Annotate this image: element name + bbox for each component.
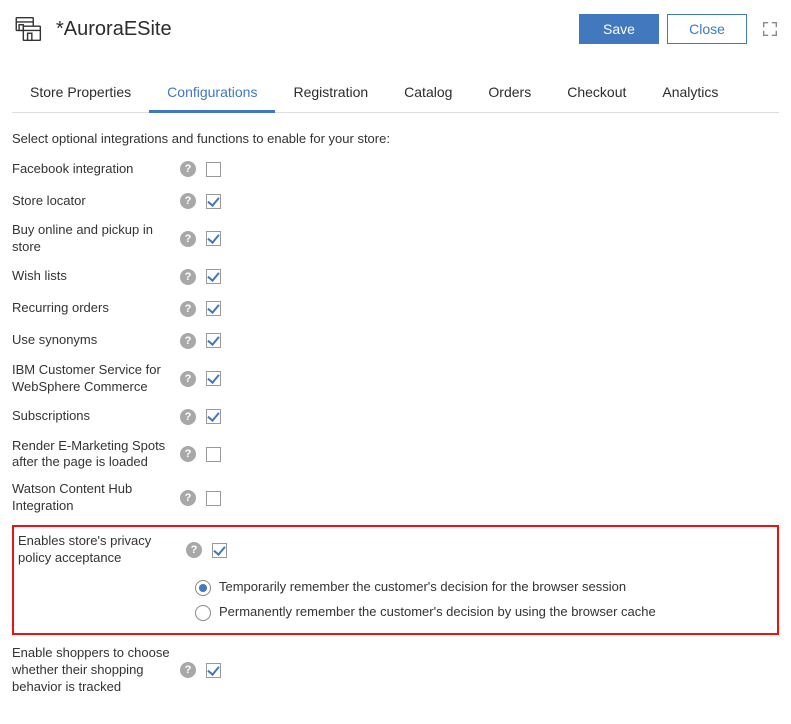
help-icon[interactable]: ?	[180, 490, 196, 506]
help-icon[interactable]: ?	[180, 409, 196, 425]
tab-configurations[interactable]: Configurations	[149, 74, 275, 113]
help-icon[interactable]: ?	[180, 371, 196, 387]
option-checkbox[interactable]	[206, 269, 221, 284]
expand-icon[interactable]	[761, 20, 779, 38]
option-checkbox[interactable]	[206, 333, 221, 348]
help-icon[interactable]: ?	[180, 662, 196, 678]
option-checkbox[interactable]	[206, 447, 221, 462]
option-checkbox[interactable]	[206, 194, 221, 209]
tab-registration[interactable]: Registration	[275, 74, 386, 112]
option-label: IBM Customer Service for WebSphere Comme…	[12, 362, 180, 396]
privacy-radio[interactable]	[195, 605, 211, 621]
option-label: Recurring orders	[12, 300, 180, 317]
help-icon[interactable]: ?	[180, 446, 196, 462]
help-icon[interactable]: ?	[180, 333, 196, 349]
tab-checkout[interactable]: Checkout	[549, 74, 644, 112]
option-label: Render E-Marketing Spots after the page …	[12, 438, 180, 472]
privacy-highlight-box: Enables store's privacy policy acceptanc…	[12, 525, 779, 635]
option-checkbox[interactable]	[206, 409, 221, 424]
help-icon[interactable]: ?	[180, 161, 196, 177]
option-label: Buy online and pickup in store	[12, 222, 180, 256]
help-icon[interactable]: ?	[180, 193, 196, 209]
tracking-checkbox[interactable]	[206, 663, 221, 678]
option-label: Subscriptions	[12, 408, 180, 425]
option-label: Facebook integration	[12, 161, 180, 178]
tab-catalog[interactable]: Catalog	[386, 74, 470, 112]
help-icon[interactable]: ?	[180, 231, 196, 247]
option-checkbox[interactable]	[206, 231, 221, 246]
section-intro: Select optional integrations and functio…	[12, 131, 779, 146]
tab-analytics[interactable]: Analytics	[644, 74, 736, 112]
tracking-label: Enable shoppers to choose whether their …	[12, 645, 180, 696]
help-icon[interactable]: ?	[186, 542, 202, 558]
option-label: Watson Content Hub Integration	[12, 481, 180, 515]
option-checkbox[interactable]	[206, 301, 221, 316]
help-icon[interactable]: ?	[180, 301, 196, 317]
tab-orders[interactable]: Orders	[470, 74, 549, 112]
option-label: Store locator	[12, 193, 180, 210]
privacy-radio-label: Permanently remember the customer's deci…	[219, 604, 656, 619]
privacy-label: Enables store's privacy policy acceptanc…	[18, 533, 186, 567]
help-icon[interactable]: ?	[180, 269, 196, 285]
option-checkbox[interactable]	[206, 371, 221, 386]
option-checkbox[interactable]	[206, 162, 221, 177]
privacy-radio-label: Temporarily remember the customer's deci…	[219, 579, 626, 594]
close-button[interactable]: Close	[667, 14, 747, 44]
option-label: Wish lists	[12, 268, 180, 285]
tab-store-properties[interactable]: Store Properties	[12, 74, 149, 112]
store-icon	[12, 12, 46, 46]
option-label: Use synonyms	[12, 332, 180, 349]
privacy-checkbox[interactable]	[212, 543, 227, 558]
save-button[interactable]: Save	[579, 14, 659, 44]
page-title: *AuroraESite	[56, 18, 571, 41]
privacy-radio[interactable]	[195, 580, 211, 596]
option-checkbox[interactable]	[206, 491, 221, 506]
